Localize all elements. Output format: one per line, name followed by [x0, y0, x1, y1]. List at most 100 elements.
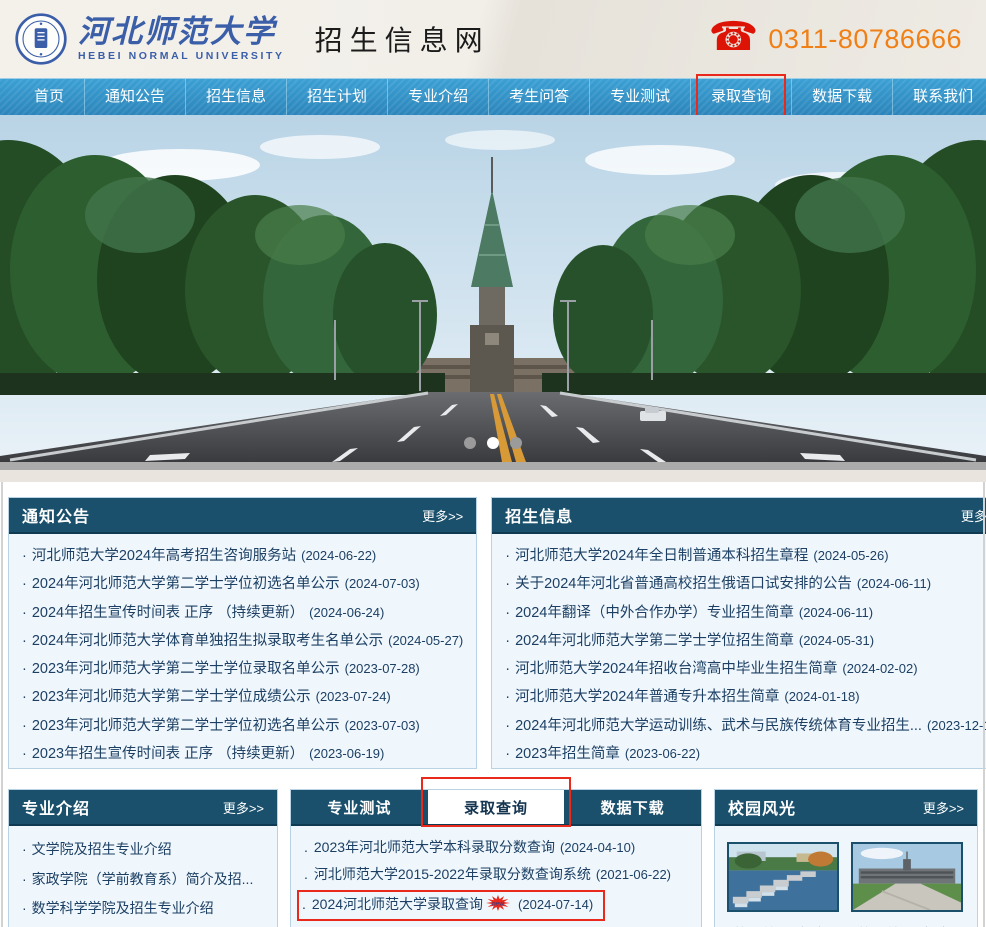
- notice-date: (2023-07-24): [316, 689, 391, 704]
- nav-item[interactable]: 考生问答: [489, 79, 590, 116]
- admission-list-item[interactable]: 河北师范大学2024年全日制普通本科招生章程(2024-05-26): [505, 542, 986, 570]
- query-list-item[interactable]: 河北师范大学2015-2022年录取分数查询系统 (2021-06-22): [304, 861, 688, 888]
- nav-item[interactable]: 招生计划: [287, 79, 388, 116]
- major-title: 家政学院（学前教育系）简介及招...: [32, 871, 254, 887]
- major-list-item[interactable]: 文学院及招生专业介绍: [22, 834, 264, 864]
- query-list-item[interactable]: 2024河北师范大学录取查询new(2024-07-14): [297, 890, 605, 921]
- main-nav: 首页通知公告招生信息招生计划专业介绍考生问答专业测试录取查询数据下载联系我们教务…: [0, 78, 986, 115]
- notice-title: 2024年河北师范大学体育单独招生拟录取考生名单公示: [32, 633, 383, 649]
- nav-item-label: 首页: [34, 88, 64, 105]
- majors-more-link[interactable]: 更多>>: [223, 798, 264, 817]
- major-list-item[interactable]: 家政学院（学前教育系）简介及招...: [22, 864, 264, 894]
- nav-item[interactable]: 录取查询: [691, 79, 792, 116]
- admission-list-item[interactable]: 2024年河北师范大学第二学士学位招生简章(2024-05-31): [505, 627, 986, 655]
- notice-list-item[interactable]: 2024年河北师范大学第二学士学位初选名单公示(2024-07-03): [22, 570, 463, 598]
- query-title: 2024河北师范大学录取查询: [312, 896, 483, 912]
- admission-title: 2023年招生简章: [515, 746, 620, 762]
- campus-photo-1-image[interactable]: [727, 842, 839, 912]
- notice-date: (2024-06-24): [309, 605, 384, 620]
- major-list-item[interactable]: 生命科学学院专业介绍: [22, 923, 264, 927]
- university-name: 河北师范大学 HEBEI NORMAL UNIVERSITY: [78, 16, 285, 63]
- notice-date: (2023-06-19): [309, 746, 384, 761]
- nav-item[interactable]: 联系我们: [893, 79, 986, 116]
- campus-more-link[interactable]: 更多>>: [923, 798, 964, 817]
- nav-item-label: 招生计划: [307, 88, 367, 105]
- carousel-dot[interactable]: [487, 437, 499, 449]
- notice-list-item[interactable]: 河北师范大学2024年高考招生咨询服务站(2024-06-22): [22, 542, 463, 570]
- admission-list-item[interactable]: 河北师范大学2024年普通专升本招生简章(2024-01-18): [505, 683, 986, 711]
- query-tab[interactable]: 数据下载: [564, 790, 701, 824]
- nav-item[interactable]: 专业介绍: [388, 79, 489, 116]
- university-name-en: HEBEI NORMAL UNIVERSITY: [78, 51, 285, 62]
- query-list-item[interactable]: 2023河北师范大学录取查询(2023-07-14): [304, 923, 688, 927]
- notice-date: (2024-06-22): [301, 548, 376, 563]
- nav-item[interactable]: 招生信息: [186, 79, 287, 116]
- notice-list-item[interactable]: 2023年招生宣传时间表 正序 （持续更新）(2023-06-19): [22, 740, 463, 768]
- news-row: 通知公告 更多>> 河北师范大学2024年高考招生咨询服务站(2024-06-2…: [0, 497, 986, 769]
- campus-photo-2-image[interactable]: [851, 842, 963, 912]
- campus-panel: 校园风光 更多>>: [714, 789, 978, 927]
- bottom-row: 专业介绍 更多>> 文学院及招生专业介绍家政学院（学前教育系）简介及招... 数学…: [0, 789, 986, 927]
- carousel-dot[interactable]: [464, 437, 476, 449]
- carousel-dot[interactable]: [510, 437, 522, 449]
- majors-header: 专业介绍 更多>>: [9, 790, 277, 826]
- admission-date: (2024-01-18): [784, 689, 859, 704]
- admission-list-item[interactable]: 关于2024年河北省普通高校招生俄语口试安排的公告(2024-06-11): [505, 570, 986, 598]
- nav-item-label: 联系我们: [913, 88, 973, 105]
- university-logo[interactable]: 河北师范大学 HEBEI NORMAL UNIVERSITY: [14, 12, 285, 66]
- query-date: (2024-04-10): [560, 840, 635, 855]
- nav-item[interactable]: 专业测试: [590, 79, 691, 116]
- admission-list-item[interactable]: 2023年招生简章(2023-06-22): [505, 740, 986, 768]
- notice-list-item[interactable]: 2023年河北师范大学第二学士学位成绩公示 (2023-07-24): [22, 683, 463, 711]
- query-tab[interactable]: 录取查询: [428, 790, 565, 824]
- query-list-item[interactable]: 2023年河北师范大学本科录取分数查询(2024-04-10): [304, 834, 688, 861]
- query-tab-label: 专业测试: [327, 797, 391, 818]
- admission-info-more-link[interactable]: 更多>>: [961, 506, 986, 525]
- notice-title: 2023年河北师范大学第二学士学位成绩公示: [32, 689, 311, 705]
- query-tab[interactable]: 专业测试: [291, 790, 428, 824]
- page-title: 招生信息网: [315, 19, 490, 59]
- notice-list-item[interactable]: 2023年河北师范大学第二学士学位初选名单公示(2023-07-03): [22, 712, 463, 740]
- campus-photos: 校园美景（一）: [715, 826, 977, 927]
- nav-item[interactable]: 数据下载: [792, 79, 893, 116]
- admission-info-title: 招生信息: [505, 503, 573, 527]
- admission-info-header: 招生信息 更多>>: [492, 498, 986, 534]
- query-tab-label: 录取查询: [464, 797, 528, 818]
- phone-number: 0311-80786666: [768, 24, 962, 55]
- nav-item[interactable]: 通知公告: [85, 79, 186, 116]
- notice-list-item[interactable]: 2023年河北师范大学第二学士学位录取名单公示(2023-07-28): [22, 655, 463, 683]
- notice-title: 2024年河北师范大学第二学士学位初选名单公示: [32, 576, 340, 592]
- nav-item-label: 考生问答: [509, 88, 569, 105]
- nav-item-label: 专业测试: [610, 88, 670, 105]
- query-list: 2023年河北师范大学本科录取分数查询(2024-04-10)河北师范大学201…: [291, 826, 701, 927]
- admission-list-item[interactable]: 2024年河北师范大学运动训练、武术与民族传统体育专业招生...(2023-12…: [505, 712, 986, 740]
- admission-title: 河北师范大学2024年招收台湾高中毕业生招生简章: [515, 661, 837, 677]
- notice-list-item[interactable]: 2024年招生宣传时间表 正序 （持续更新）(2024-06-24): [22, 599, 463, 627]
- notices-more-link[interactable]: 更多>>: [422, 506, 463, 525]
- site-header: 河北师范大学 HEBEI NORMAL UNIVERSITY 招生信息网 ☎ 0…: [0, 0, 986, 78]
- notice-list-item[interactable]: 2024年河北师范大学体育单独招生拟录取考生名单公示(2024-05-27): [22, 627, 463, 655]
- query-title: 河北师范大学2015-2022年录取分数查询系统: [314, 866, 591, 882]
- notice-title: 2023年河北师范大学第二学士学位初选名单公示: [32, 718, 340, 734]
- notice-title: 2023年河北师范大学第二学士学位录取名单公示: [32, 661, 340, 677]
- admission-date: (2024-06-11): [857, 576, 931, 591]
- notices-panel: 通知公告 更多>> 河北师范大学2024年高考招生咨询服务站(2024-06-2…: [8, 497, 477, 769]
- campus-photo-1: 校园美景（一）: [727, 842, 839, 927]
- query-date: (2021-06-22): [596, 867, 671, 882]
- contact-phone: ☎ 0311-80786666: [708, 19, 972, 59]
- nav-item-label: 通知公告: [105, 88, 165, 105]
- nav-list: 首页通知公告招生信息招生计划专业介绍考生问答专业测试录取查询数据下载联系我们教务…: [0, 79, 986, 116]
- admission-list-item[interactable]: 河北师范大学2024年招收台湾高中毕业生招生简章 (2024-02-02): [505, 655, 986, 683]
- admission-list-item[interactable]: 2024年翻译（中外合作办学）专业招生简章(2024-06-11): [505, 599, 986, 627]
- divider-strip-beige: [0, 470, 986, 482]
- nav-item-label: 数据下载: [812, 88, 872, 105]
- campus-photo-2: 校园美景（二）: [851, 842, 963, 927]
- nav-item-label: 专业介绍: [408, 88, 468, 105]
- nav-item[interactable]: 首页: [14, 79, 85, 116]
- notices-title: 通知公告: [22, 503, 90, 527]
- major-list-item[interactable]: 数学科学学院及招生专业介绍: [22, 893, 264, 923]
- campus-title: 校园风光: [728, 795, 796, 819]
- admission-date: (2024-02-02): [842, 661, 917, 676]
- carousel-dots: [464, 437, 522, 449]
- notices-header: 通知公告 更多>>: [9, 498, 476, 534]
